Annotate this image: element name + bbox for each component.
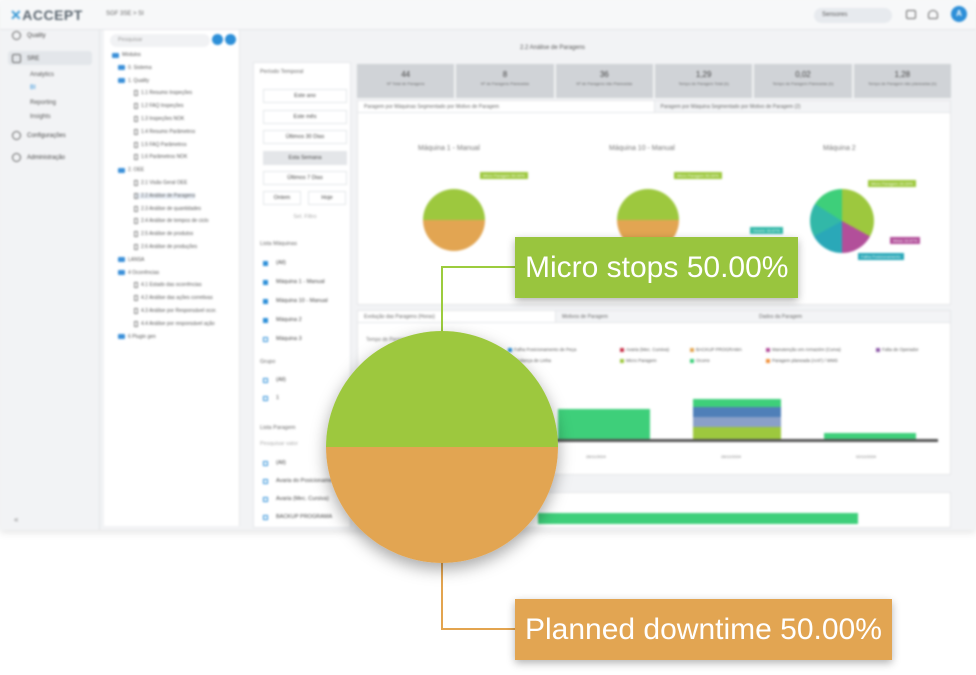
micro-stops-callout: Micro stops 50.00% — [515, 237, 799, 298]
callout-line-bottom — [441, 560, 443, 630]
callout-line-top-h — [441, 266, 517, 268]
micro-stops-vs-planned-pie[interactable] — [326, 331, 558, 563]
planned-downtime-callout: Planned downtime 50.00% — [515, 599, 892, 660]
callout-line-top — [441, 266, 443, 336]
callout-overlay: Micro stops 50.00% Planned downtime 50.0… — [0, 0, 976, 675]
callout-line-bottom-h — [441, 628, 517, 630]
